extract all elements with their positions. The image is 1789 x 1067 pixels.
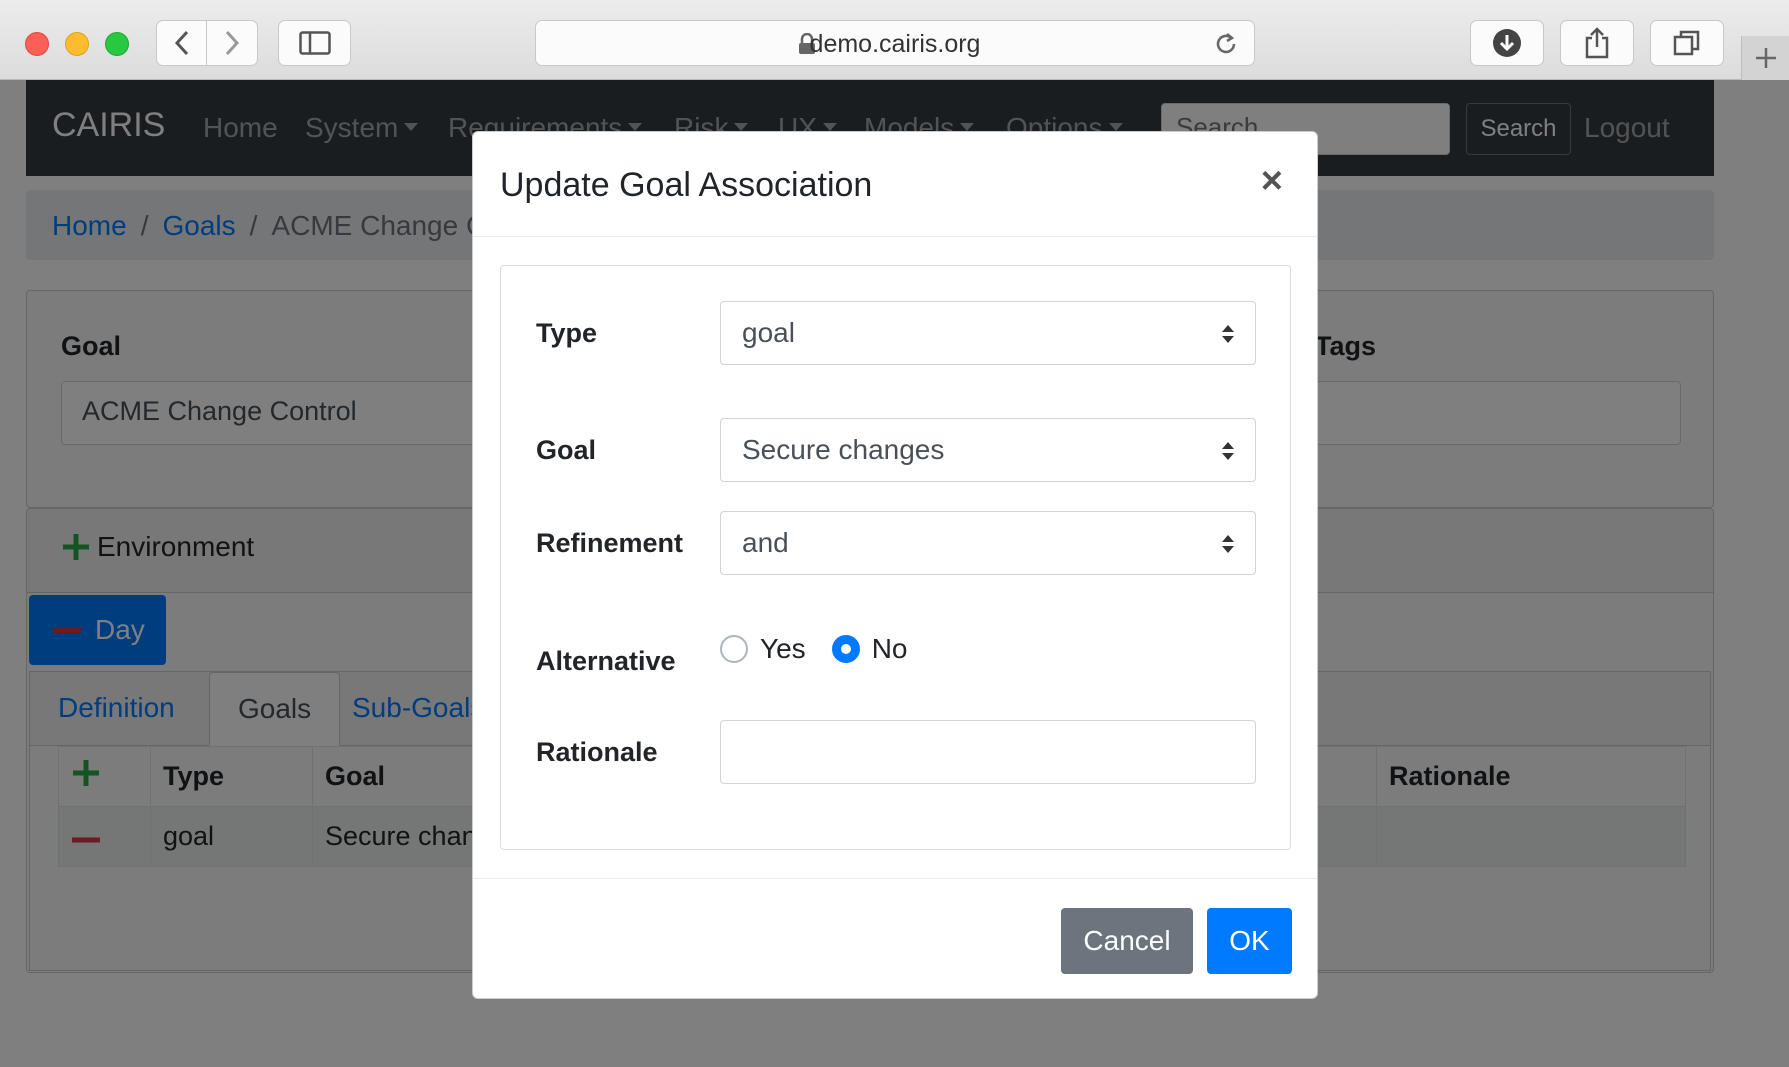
new-tab-icon [1755,48,1776,68]
address-bar[interactable]: demo.cairis.org [535,20,1255,66]
alternative-no-option[interactable]: No [831,633,908,665]
forward-icon [225,30,240,56]
share-icon [1585,27,1609,59]
alternative-yes-label: Yes [760,633,806,664]
goal-select[interactable]: Secure changes [720,418,1256,482]
modal-footer: Cancel OK [473,878,1317,1000]
goal-label: Goal [536,435,597,465]
modal-header: Update Goal Association × [473,132,1317,237]
alternative-yes-option[interactable]: Yes [720,633,806,665]
url-text: demo.cairis.org [809,30,981,58]
type-label: Type [536,318,598,348]
ok-button[interactable]: OK [1207,908,1292,974]
cancel-button[interactable]: Cancel [1061,908,1193,974]
refinement-select-value: and [742,527,789,558]
alternative-radio-group: Yes No [720,633,933,665]
modal-form: Type goal Goal Secure changes Refinement… [500,265,1291,850]
alternative-no-label: No [871,633,908,664]
select-arrows-icon [1222,442,1234,460]
reload-icon[interactable] [1212,30,1240,58]
modal-title: Update Goal Association [500,166,873,204]
new-tab-button[interactable] [1741,36,1789,80]
close-window-button[interactable] [25,32,49,56]
sidebar-icon [298,31,331,55]
back-button[interactable] [156,20,207,66]
download-icon [1493,29,1521,57]
alternative-label: Alternative [536,646,676,676]
rationale-label: Rationale [536,737,658,767]
tabs-icon [1673,30,1700,56]
update-goal-association-modal: Update Goal Association × Type goal Goal… [472,131,1318,999]
downloads-button[interactable] [1470,20,1544,66]
type-select[interactable]: goal [720,301,1256,365]
rationale-input[interactable] [720,720,1256,784]
browser-toolbar: demo.cairis.org [0,0,1789,80]
sidebar-toggle-button[interactable] [278,20,351,66]
alternative-no-radio[interactable] [831,635,860,663]
share-button[interactable] [1560,20,1634,66]
tab-overview-button[interactable] [1650,20,1724,66]
minimize-window-button[interactable] [65,32,89,56]
refinement-select[interactable]: and [720,511,1256,575]
select-arrows-icon [1222,325,1234,343]
zoom-window-button[interactable] [105,32,129,56]
refinement-label: Refinement [536,528,684,558]
type-select-value: goal [742,317,795,348]
alternative-yes-radio[interactable] [720,635,748,663]
goal-select-value: Secure changes [742,434,945,465]
close-icon[interactable]: × [1261,162,1283,200]
select-arrows-icon [1222,535,1234,553]
back-icon [174,30,188,56]
forward-button[interactable] [207,20,258,66]
